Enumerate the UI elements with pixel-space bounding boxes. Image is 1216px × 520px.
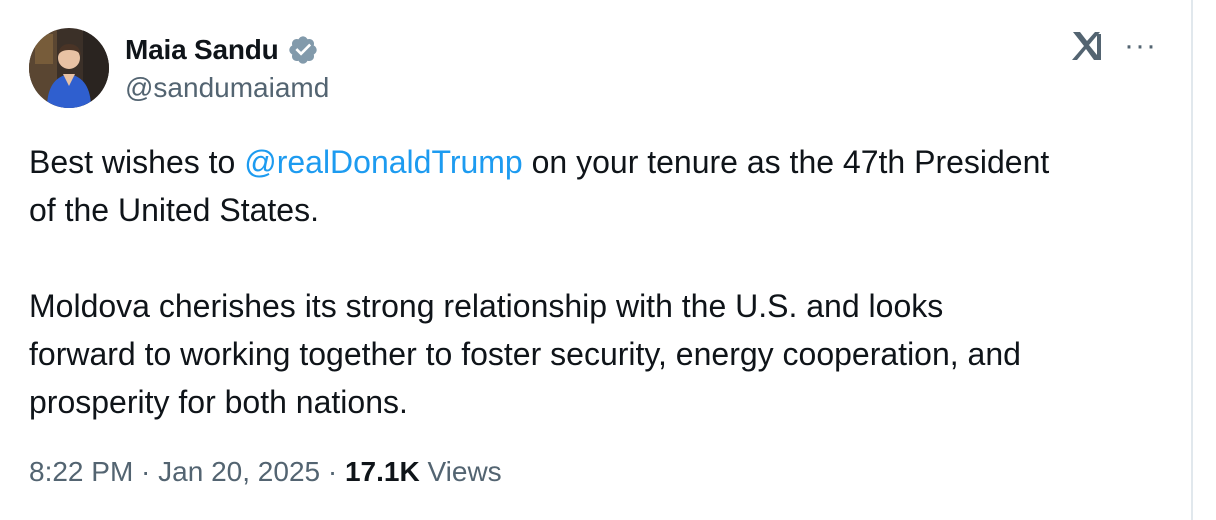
verified-badge-icon[interactable] bbox=[287, 34, 319, 66]
views-label: Views bbox=[419, 456, 502, 487]
tweet-time[interactable]: 8:22 PM bbox=[29, 456, 133, 488]
tweet-para2-line-1: Moldova cherishes its strong relationshi… bbox=[29, 288, 944, 324]
tweet-text: Best wishes to @realDonaldTrump on your … bbox=[29, 138, 1159, 426]
tweet-para2-line-2: forward to working together to foster se… bbox=[29, 336, 1021, 372]
tweet-text-prefix: Best wishes to bbox=[29, 144, 245, 180]
tweet-line-1: Best wishes to @realDonaldTrump on your … bbox=[29, 138, 1159, 186]
name-row: Maia Sandu bbox=[125, 32, 329, 68]
meta-separator: · bbox=[320, 456, 345, 487]
tweet-actions-top: ··· bbox=[1070, 30, 1157, 62]
author-handle[interactable]: @sandumaiamd bbox=[125, 72, 329, 104]
x-logo-icon[interactable] bbox=[1070, 30, 1104, 62]
views-count: 17.1K bbox=[344, 456, 420, 487]
tweet-text-suffix: on your tenure as the 47th President bbox=[522, 144, 1050, 180]
avatar-image bbox=[29, 28, 109, 108]
tweet-card: Maia Sandu @sandumaiamd ··· Best wishes … bbox=[0, 0, 1193, 520]
tweet-meta: 8:22 PM · Jan 20, 2025 · 17.1K Views bbox=[29, 456, 502, 488]
author-names: Maia Sandu @sandumaiamd bbox=[125, 32, 329, 104]
tweet-date[interactable]: Jan 20, 2025 bbox=[158, 456, 320, 488]
tweet-line-2: of the United States. bbox=[29, 192, 319, 228]
tweet-header: Maia Sandu @sandumaiamd bbox=[29, 28, 329, 108]
more-options-icon[interactable]: ··· bbox=[1124, 31, 1157, 61]
tweet-para2-line-3: prosperity for both nations. bbox=[29, 384, 408, 420]
display-name[interactable]: Maia Sandu bbox=[125, 34, 279, 66]
mention-link[interactable]: @realDonaldTrump bbox=[244, 144, 523, 180]
avatar[interactable] bbox=[29, 28, 109, 108]
meta-separator: · bbox=[133, 456, 159, 487]
